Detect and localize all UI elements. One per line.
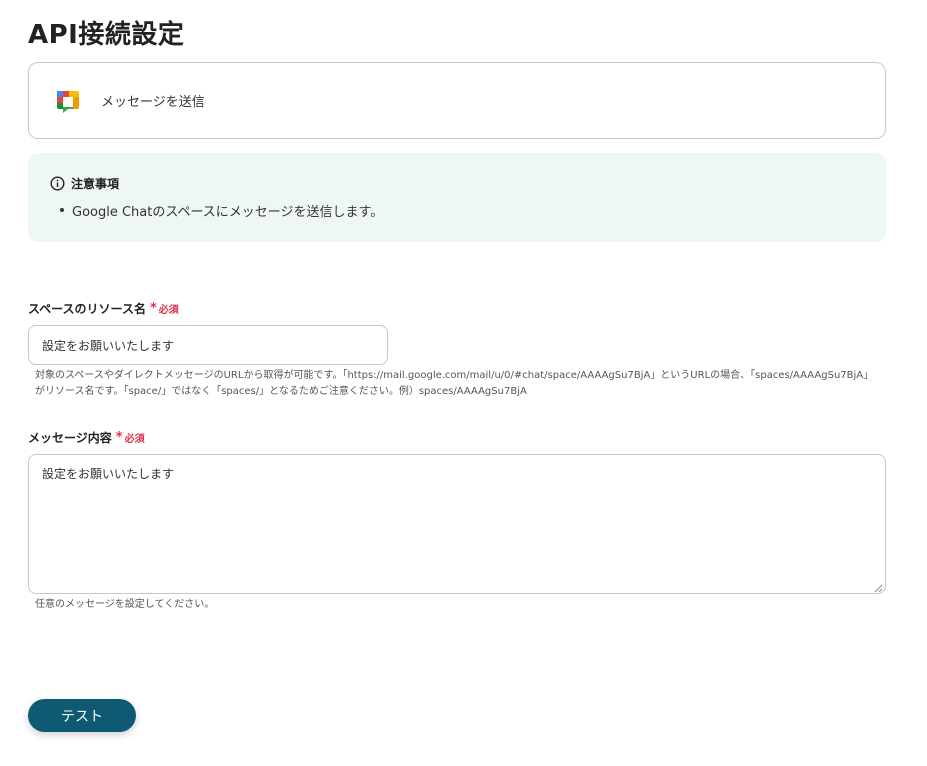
notice-heading-text: 注意事項 [71,177,120,191]
notice-heading: 注意事項 [50,175,864,192]
message-field-label: メッセージ内容 * 必須 [28,429,145,446]
notice-item: Google Chatのスペースにメッセージを送信します。 [60,201,864,220]
required-asterisk: * [149,301,157,316]
resize-handle-icon[interactable] [874,582,883,593]
info-icon [50,176,65,191]
notice-list: Google Chatのスペースにメッセージを送信します。 [50,201,864,220]
page-title: API接続設定 [28,20,185,50]
required-asterisk: * [115,430,123,445]
action-label: メッセージを送信 [101,95,205,110]
api-settings-page: API接続設定 メッセージを送信 注意事項 Google Chatのスペースにメ… [0,0,927,766]
action-card[interactable]: メッセージを送信 [28,62,886,139]
space-help-line-2: がリソース名です。「space/」ではなく「spaces/」となるためご注意くだ… [35,386,527,397]
message-textarea-value: 設定をお願いいたします [42,467,175,481]
required-badge: 必須 [124,434,145,445]
space-help-line-1: 対象のスペースやダイレクトメッセージのURLから取得が可能です。「https:/… [35,370,874,381]
space-label-text: スペースのリソース名 [28,302,146,316]
message-label-text: メッセージ内容 [28,431,112,445]
space-help-text: 対象のスペースやダイレクトメッセージのURLから取得が可能です。「https:/… [35,368,873,400]
notice-box: 注意事項 Google Chatのスペースにメッセージを送信します。 [28,153,886,242]
google-chat-icon [53,86,83,116]
test-button[interactable]: テスト [28,699,136,732]
space-resource-input[interactable]: 設定をお願いいたします [28,325,388,365]
message-textarea[interactable]: 設定をお願いいたします [28,454,886,594]
message-help-text: 任意のメッセージを設定してください。 [35,599,215,610]
space-field-label: スペースのリソース名 * 必須 [28,300,179,317]
required-badge: 必須 [158,305,179,316]
